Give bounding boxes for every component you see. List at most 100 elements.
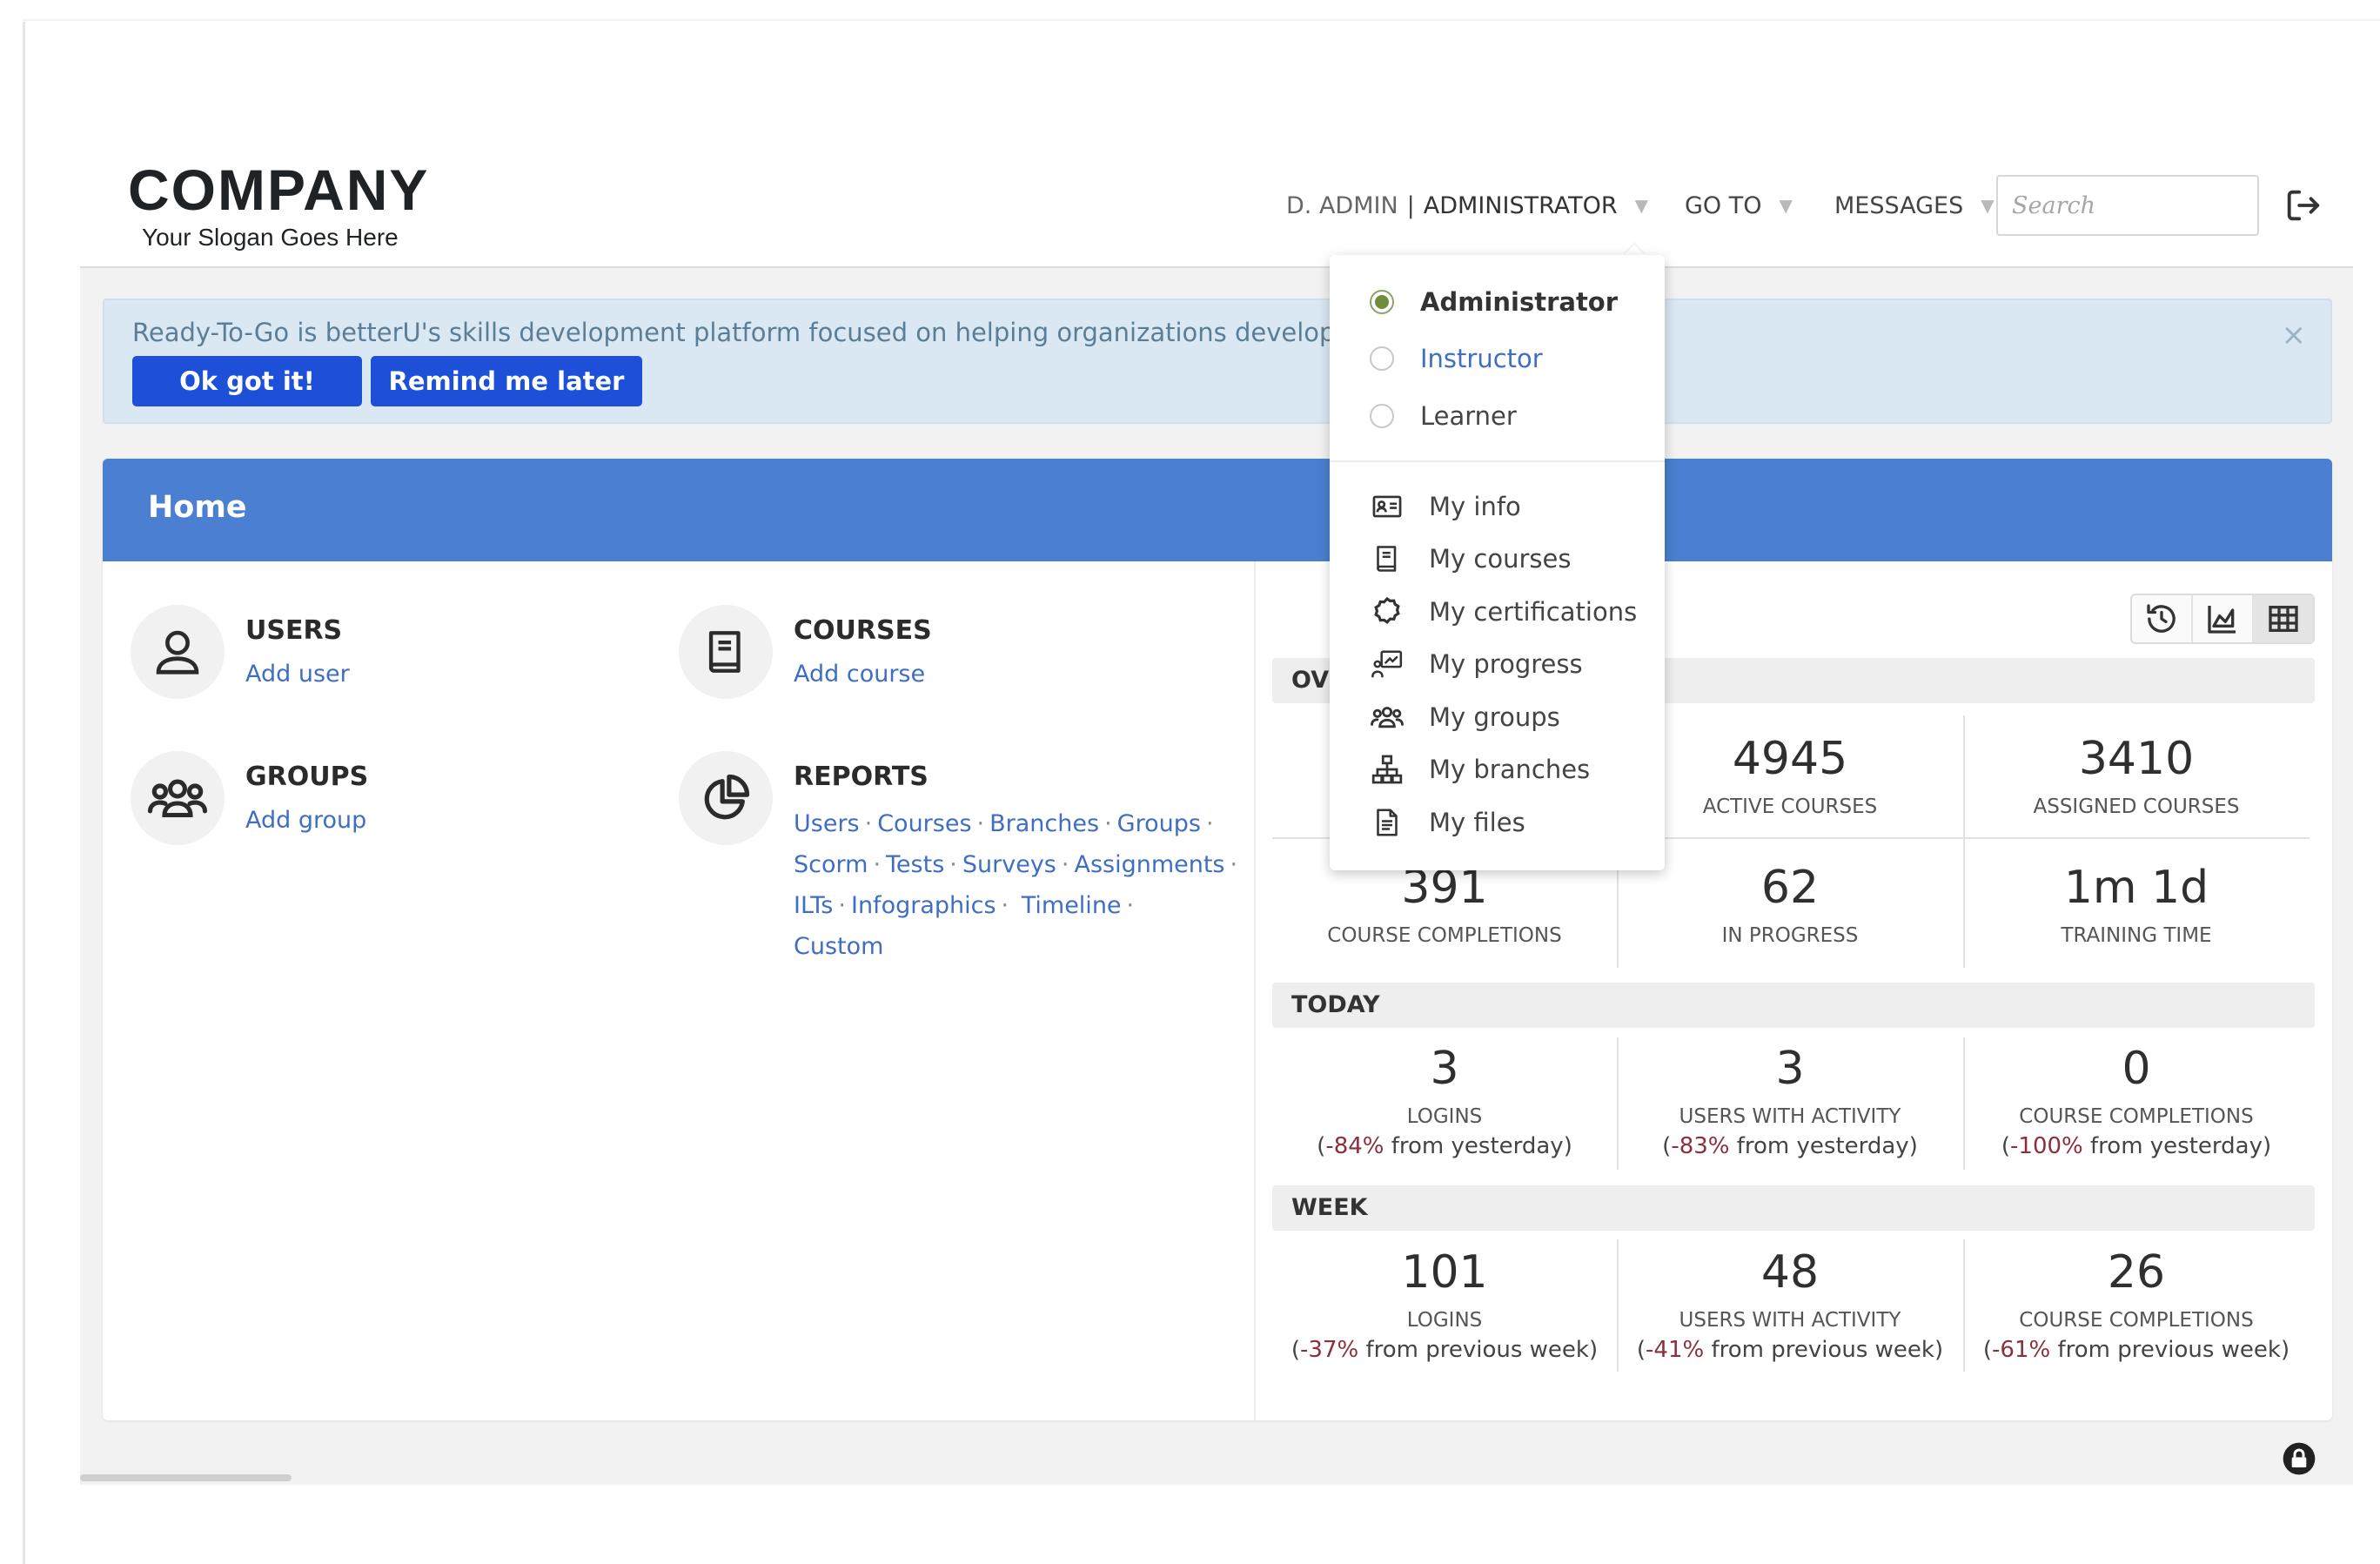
users-title: USERS [245,615,343,646]
change-percent: -83% [1671,1133,1730,1159]
report-link-infographics[interactable]: Infographics [851,892,996,919]
stat-value: 391 [1401,862,1488,914]
window-top-edge [23,19,2380,21]
book-icon [679,605,773,699]
stat-change: (-83% from yesterday) [1662,1133,1918,1159]
lock-icon[interactable] [2282,1441,2316,1476]
messages-menu[interactable]: MESSAGES ▼ [1834,188,1995,223]
stat-change: (-61% from previous week) [1982,1337,2290,1363]
today-label: TODAY [1291,991,1380,1018]
stat-active-courses: 4945 ACTIVE COURSES [1618,736,1962,818]
stat-in-progress: 62 IN PROGRESS [1618,865,1962,947]
window-left-edge [23,22,25,1564]
menu-item-my-certifications[interactable]: My certifications [1370,591,1637,633]
report-link-assignments[interactable]: Assignments [1074,851,1224,878]
stat-change: (-41% from previous week) [1636,1337,1944,1363]
stat-label: ASSIGNED COURSES [2033,795,2240,818]
menu-item-my-info[interactable]: My info [1370,486,1521,527]
menu-item-my-progress[interactable]: My progress [1370,643,1583,685]
search-field[interactable] [1996,175,2259,236]
progress-icon [1370,647,1405,681]
add-course-link[interactable]: Add course [794,661,925,688]
stat-value: 26 [2107,1246,2166,1299]
stat-label: ACTIVE COURSES [1702,795,1878,818]
announcement-banner: Ready-To-Go is betterU's skills developm… [103,299,2332,424]
role-learner[interactable]: Learner [1370,395,1517,437]
stat-value: 3 [1430,1043,1459,1095]
horizontal-scrollbar[interactable] [80,1474,292,1481]
stat-divider [1963,1037,1965,1170]
stat-week-course-completions: 26 COURSE COMPLETIONS (-61% from previou… [1964,1250,2309,1363]
user-role-menu[interactable]: D. ADMIN | ADMINISTRATOR ▼ [1286,188,1648,223]
close-icon[interactable]: × [2282,318,2307,352]
logout-icon[interactable] [2283,185,2323,225]
goto-menu[interactable]: GO TO ▼ [1685,188,1793,223]
ok-got-it-button[interactable]: Ok got it! [132,356,362,406]
area-chart-icon [2208,606,2236,634]
header-divider [80,266,2353,268]
stat-change: (-84% from yesterday) [1317,1133,1572,1159]
menu-item-label: My files [1429,808,1525,837]
report-link-tests[interactable]: Tests [886,851,944,878]
week-label: WEEK [1291,1194,1368,1221]
stat-divider [1617,1037,1619,1170]
chart-view-button[interactable] [2193,595,2254,642]
company-logo[interactable]: COMPANY Your Slogan Goes Here [128,161,429,252]
report-link-groups[interactable]: Groups [1117,810,1201,837]
stat-label: COURSE COMPLETIONS [1327,924,1562,947]
report-link-branches[interactable]: Branches [989,810,1099,837]
logo-name: COMPANY [128,158,430,222]
stat-divider [1963,1239,1965,1372]
add-user-link[interactable]: Add user [245,661,350,688]
report-link-users[interactable]: Users [794,810,860,837]
add-group-link[interactable]: Add group [245,807,366,834]
courses-title: COURSES [794,615,932,646]
view-toggle [2130,594,2315,644]
chevron-down-icon: ▼ [1981,195,1995,216]
stat-value: 0 [2122,1043,2151,1095]
stat-week-logins: 101 LOGINS (-37% from previous week) [1272,1250,1617,1363]
change-percent: -61% [1992,1337,2051,1363]
stat-value: 101 [1401,1246,1488,1299]
role-instructor[interactable]: Instructor [1370,338,1543,379]
page-title: Home [148,490,247,525]
stat-change: (-100% from yesterday) [2001,1133,2272,1159]
report-link-timeline[interactable]: Timeline [1022,892,1122,919]
role-administrator[interactable]: Administrator [1370,281,1618,323]
stat-divider [1617,1239,1619,1372]
remind-me-later-button[interactable]: Remind me later [371,356,642,406]
id-card-icon [1370,489,1405,524]
goto-label: GO TO [1685,191,1762,219]
chevron-down-icon: ▼ [1779,195,1793,216]
stat-label: USERS WITH ACTIVITY [1679,1105,1901,1128]
user-role: ADMINISTRATOR [1423,191,1618,219]
history-view-button[interactable] [2132,595,2193,642]
report-link-ilts[interactable]: ILTs [794,892,833,919]
menu-item-my-branches[interactable]: My branches [1370,748,1590,790]
dropdown-divider [1330,460,1665,462]
stat-label: COURSE COMPLETIONS [2019,1105,2254,1128]
stat-assigned-courses: 3410 ASSIGNED COURSES [1964,736,2309,818]
report-link-surveys[interactable]: Surveys [962,851,1056,878]
banner-text: Ready-To-Go is betterU's skills developm… [132,318,1445,347]
report-link-scorm[interactable]: Scorm [794,851,868,878]
search-input[interactable] [1998,177,2257,234]
report-link-custom[interactable]: Custom [794,933,883,960]
stat-today-users-activity: 3 USERS WITH ACTIVITY (-83% from yesterd… [1618,1046,1962,1159]
radio-icon [1370,404,1394,428]
stat-label: TRAINING TIME [2061,924,2212,947]
role-label: Administrator [1420,287,1619,317]
radio-icon [1370,346,1394,371]
stat-value: 62 [1760,862,1820,914]
menu-item-my-files[interactable]: My files [1370,802,1525,843]
stat-course-completions: 391 COURSE COMPLETIONS [1272,865,1617,947]
logo-slogan: Your Slogan Goes Here [142,224,399,251]
report-link-courses[interactable]: Courses [877,810,971,837]
menu-item-my-groups[interactable]: My groups [1370,696,1560,738]
table-view-button[interactable] [2254,595,2313,642]
menu-item-label: My branches [1429,755,1591,784]
user-separator: | [1406,191,1415,219]
change-percent: -100% [2010,1133,2083,1159]
today-section: TODAY [1272,983,2315,1028]
menu-item-my-courses[interactable]: My courses [1370,538,1571,580]
